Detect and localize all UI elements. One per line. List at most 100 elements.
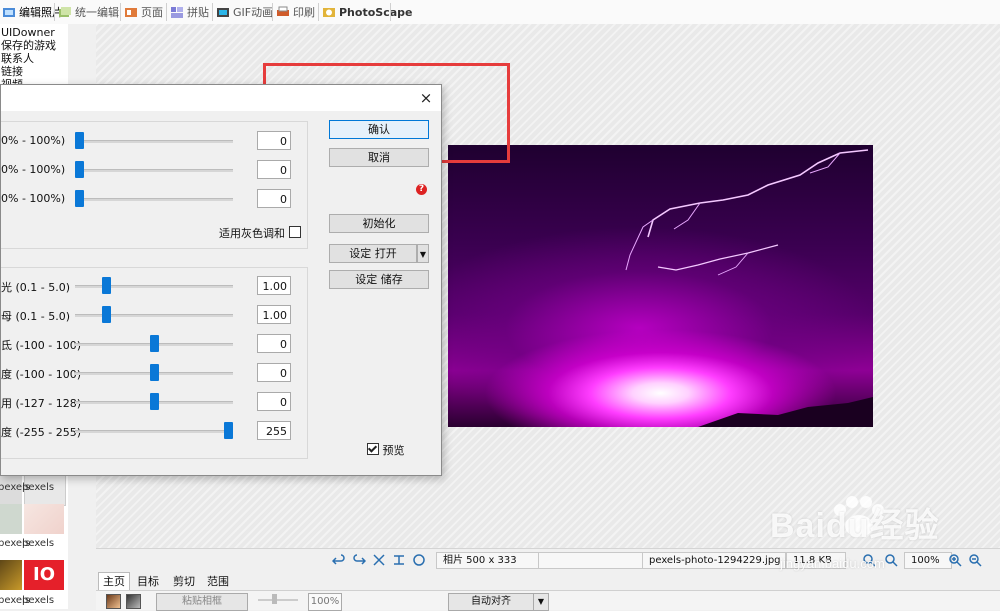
thumbnail[interactable]: IO: [24, 560, 64, 590]
reset-button[interactable]: 初始化: [329, 214, 429, 233]
tab-label: PhotoScape: [339, 5, 413, 19]
tab-label: 页面: [141, 6, 163, 19]
thumbnail-glyph: IO: [33, 564, 55, 585]
thumbnail[interactable]: [0, 504, 22, 534]
tab-label: 拼贴: [187, 6, 209, 19]
divider: [166, 3, 167, 21]
fit-icon[interactable]: [372, 553, 386, 567]
frame-icon[interactable]: [106, 594, 121, 609]
chevron-down-icon: ▼: [419, 250, 427, 259]
lightning-photo[interactable]: [448, 145, 873, 427]
lightning-bolts: [625, 149, 873, 427]
tone-value-input[interactable]: 1.00: [257, 305, 291, 324]
batch-edit-icon: [58, 6, 72, 19]
dialog-titlebar[interactable]: [1, 85, 441, 111]
color-slider-thumb[interactable]: [75, 161, 84, 178]
file-name: pexels-photo-1294229.jpg: [642, 552, 786, 569]
tab-label: 印刷: [293, 6, 315, 19]
frame-slider[interactable]: [258, 599, 298, 601]
tab-batch-edit[interactable]: 统一编辑: [58, 3, 119, 21]
refresh-icon[interactable]: [412, 553, 426, 567]
tone-label: 氐 (-100 - 100): [1, 339, 82, 352]
tone-label: 度 (-255 - 255): [1, 426, 82, 439]
tab-photoscape[interactable]: PhotoScape: [322, 3, 412, 21]
tone-slider-thumb[interactable]: [149, 364, 159, 381]
tab-object[interactable]: 目标: [132, 572, 164, 591]
thumbnail[interactable]: [24, 504, 64, 534]
tab-area[interactable]: 范围: [202, 572, 234, 591]
tone-slider-track[interactable]: [75, 285, 233, 288]
tab-page[interactable]: 页面: [124, 3, 163, 21]
divider: [212, 3, 213, 21]
folder-item[interactable]: 链接: [0, 65, 68, 78]
preview-option[interactable]: 预览: [367, 442, 405, 458]
auto-align-button[interactable]: 自动对齐: [448, 593, 534, 611]
frame-slider-thumb[interactable]: [272, 594, 277, 604]
rotate-icon[interactable]: [392, 553, 406, 567]
color-label: 0% - 100%): [1, 192, 66, 205]
thumbnail[interactable]: [0, 560, 22, 590]
confirm-button[interactable]: 确认: [329, 120, 429, 139]
folder-item[interactable]: 保存的游戏: [0, 39, 68, 52]
color-value-input[interactable]: 0: [257, 189, 291, 208]
top-tab-bar: 编辑照片 统一编辑 页面 拼贴 GIF动画 印刷 PhotoScape: [0, 0, 1000, 25]
save-settings-button[interactable]: 设定 储存: [329, 270, 429, 289]
folder-item[interactable]: 联系人: [0, 52, 68, 65]
folder-tree: UIDowner 保存的游戏 联系人 链接 视频: [0, 26, 68, 91]
redo-icon[interactable]: [352, 553, 367, 567]
tone-slider-thumb[interactable]: [101, 306, 111, 323]
tone-label: 用 (-127 - 128): [1, 397, 82, 410]
status-blank: [538, 552, 644, 569]
color-slider-thumb[interactable]: [75, 190, 84, 207]
auto-align-dropdown[interactable]: ▼: [533, 593, 549, 611]
load-settings-button[interactable]: 设定 打开: [329, 244, 417, 263]
load-settings-dropdown[interactable]: ▼: [417, 244, 429, 263]
color-slider-track[interactable]: [75, 169, 233, 172]
tab-print[interactable]: 印刷: [276, 3, 315, 21]
divider: [318, 3, 319, 21]
adjust-dialog: × 适用灰色调和 确认 取消 ? 初始化 设定 打开 ▼ 设定 储存 预览 0%…: [0, 84, 442, 476]
color-value-input[interactable]: 0: [257, 131, 291, 150]
cancel-button[interactable]: 取消: [329, 148, 429, 167]
folder-item[interactable]: UIDowner: [0, 26, 68, 39]
color-slider-thumb[interactable]: [75, 132, 84, 149]
close-icon[interactable]: ×: [417, 89, 435, 107]
color-label: 0% - 100%): [1, 134, 66, 147]
frame-zoom-field[interactable]: 100%: [308, 593, 342, 611]
tone-slider-thumb[interactable]: [149, 393, 159, 410]
color-slider-track[interactable]: [75, 198, 233, 201]
tab-gif[interactable]: GIF动画: [216, 3, 273, 21]
tone-slider-thumb[interactable]: [101, 277, 111, 294]
tone-slider-thumb[interactable]: [224, 422, 233, 439]
tone-slider-track[interactable]: [75, 430, 233, 433]
tone-value-input[interactable]: 0: [257, 392, 291, 411]
tab-label: 统一编辑: [75, 6, 119, 19]
color-slider-track[interactable]: [75, 140, 233, 143]
grayscale-option[interactable]: 适用灰色调和: [219, 225, 301, 241]
bottom-toolbar: 粘贴相框 100% 自动对齐 ▼: [96, 590, 1000, 611]
preview-checkbox[interactable]: [367, 443, 379, 455]
tone-slider-thumb[interactable]: [149, 335, 159, 352]
tab-label: GIF动画: [233, 6, 274, 19]
undo-icon[interactable]: [331, 553, 346, 567]
tone-value-input[interactable]: 0: [257, 334, 291, 353]
tab-crop[interactable]: 剪切: [168, 572, 200, 591]
tone-value-input[interactable]: 0: [257, 363, 291, 382]
print-icon: [276, 6, 290, 19]
baidu-watermark: Baidu经验 jingyan.baidu.com: [770, 494, 1000, 574]
image-size: 相片 500 x 333: [436, 552, 539, 569]
paste-frame-button[interactable]: 粘贴相框: [156, 593, 248, 611]
divider: [272, 3, 273, 21]
collage-icon: [170, 6, 184, 19]
tab-collage[interactable]: 拼贴: [170, 3, 209, 21]
tone-label: 光 (0.1 - 5.0): [1, 281, 71, 294]
frame-dark-icon[interactable]: [126, 594, 141, 609]
thumbnail-label: pexels: [22, 482, 55, 493]
help-icon[interactable]: ?: [416, 184, 427, 195]
tab-home[interactable]: 主页: [98, 572, 130, 590]
color-value-input[interactable]: 0: [257, 160, 291, 179]
tone-value-input[interactable]: 1.00: [257, 276, 291, 295]
tone-value-input[interactable]: 255: [257, 421, 291, 440]
tone-slider-track[interactable]: [75, 314, 233, 317]
grayscale-checkbox[interactable]: [288, 226, 301, 238]
